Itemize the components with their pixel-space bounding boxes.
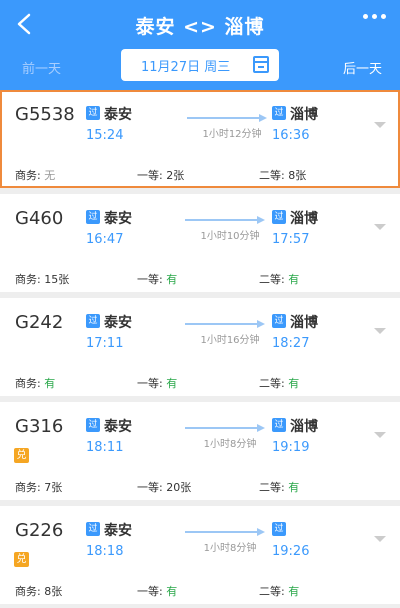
chevron-down-icon[interactable] [374, 122, 386, 128]
seat-second: 二等: 有 [259, 481, 300, 494]
chevron-down-icon[interactable] [374, 224, 386, 230]
seat-second: 二等: 有 [259, 273, 300, 286]
direction-arrow-icon [185, 320, 265, 328]
seat-second: 二等: 有 [259, 585, 300, 598]
arrival-time: 17:57 [272, 232, 310, 247]
pass-tag-icon: 过 [272, 418, 286, 432]
top-bar: 泰安 <> 淄博 前一天 11月27日 周三 后一天 [0, 0, 400, 90]
departure-time: 18:18 [86, 544, 124, 559]
pass-tag-icon: 过 [86, 106, 100, 120]
train-card[interactable]: G242 过 泰安 17:11 1小时16分钟 过 淄博 18:27 商务: 有… [0, 298, 400, 396]
more-button[interactable] [363, 14, 386, 19]
train-card[interactable]: G316 兑 过 泰安 18:11 1小时8分钟 过 淄博 19:19 商务: … [0, 402, 400, 500]
page-title: 泰安 <> 淄博 [135, 16, 265, 38]
arrival-station: 淄博 [290, 107, 318, 123]
departure-time: 15:24 [86, 128, 124, 143]
direction-arrow-icon [185, 424, 265, 432]
direction-arrow-icon [185, 528, 265, 536]
departure-station: 泰安 [104, 107, 132, 123]
train-number: G226 [15, 520, 64, 541]
departure-time: 16:47 [86, 232, 124, 247]
arrival-time: 19:19 [272, 440, 310, 455]
pass-tag-icon: 过 [272, 106, 286, 120]
duration: 1小时8分钟 [203, 439, 257, 450]
next-day-button[interactable]: 后一天 [343, 58, 382, 77]
seat-second: 二等: 有 [259, 377, 300, 390]
arrival-time: 19:26 [272, 544, 310, 559]
train-number: G460 [15, 208, 64, 229]
train-card[interactable]: G460 过 泰安 16:47 1小时10分钟 过 淄博 17:57 商务: 1… [0, 194, 400, 292]
duration: 1小时16分钟 [200, 335, 260, 346]
train-number: G242 [15, 312, 64, 333]
pass-tag-icon: 过 [86, 522, 100, 536]
pass-tag-icon: 过 [86, 418, 100, 432]
train-number: G316 [15, 416, 64, 437]
seat-first: 一等: 有 [137, 377, 178, 390]
arrival-station: 淄博 [290, 315, 318, 331]
chevron-down-icon[interactable] [374, 536, 386, 542]
date-label: 11月27日 周三 [141, 59, 231, 75]
direction-arrow-icon [185, 216, 265, 224]
departure-time: 17:11 [86, 336, 124, 351]
calendar-icon [253, 56, 269, 73]
arrival-station: 淄博 [290, 419, 318, 435]
departure-time: 18:11 [86, 440, 124, 455]
departure-station: 泰安 [104, 523, 132, 539]
arrival-time: 18:27 [272, 336, 310, 351]
duration: 1小时10分钟 [200, 231, 260, 242]
pass-tag-icon: 过 [86, 210, 100, 224]
pass-tag-icon: 过 [272, 522, 286, 536]
arrival-station: 淄博 [290, 211, 318, 227]
departure-station: 泰安 [104, 315, 132, 331]
seat-business: 商务: 有 [15, 377, 56, 390]
train-card-selected[interactable]: G5538 过 泰安 15:24 1小时12分钟 过 淄博 16:36 商务: … [0, 90, 400, 188]
more-dot-icon [381, 14, 386, 19]
seat-business: 商务: 15张 [15, 273, 70, 286]
train-number: G5538 [15, 104, 75, 125]
seat-business: 商务: 8张 [15, 585, 63, 598]
duration: 1小时8分钟 [203, 543, 257, 554]
seat-first: 一等: 20张 [137, 481, 192, 494]
pass-tag-icon: 过 [272, 314, 286, 328]
duration: 1小时12分钟 [202, 129, 262, 140]
seat-business: 商务: 7张 [15, 481, 63, 494]
chevron-down-icon[interactable] [374, 328, 386, 334]
arrival-time: 16:36 [272, 128, 310, 143]
more-dot-icon [372, 14, 377, 19]
exchange-badge: 兑 [14, 552, 29, 567]
seat-business: 商务: 无 [15, 169, 56, 182]
exchange-badge: 兑 [14, 448, 29, 463]
seat-first: 一等: 2张 [137, 169, 185, 182]
direction-arrow-icon [187, 114, 267, 122]
more-dot-icon [363, 14, 368, 19]
seat-first: 一等: 有 [137, 273, 178, 286]
departure-station: 泰安 [104, 419, 132, 435]
date-selector[interactable]: 11月27日 周三 [121, 49, 279, 81]
pass-tag-icon: 过 [86, 314, 100, 328]
pass-tag-icon: 过 [272, 210, 286, 224]
departure-station: 泰安 [104, 211, 132, 227]
chevron-down-icon[interactable] [374, 432, 386, 438]
prev-day-button[interactable]: 前一天 [22, 58, 61, 77]
train-card[interactable]: G226 兑 过 泰安 18:18 1小时8分钟 过 19:26 商务: 8张 … [0, 506, 400, 604]
seat-first: 一等: 有 [137, 585, 178, 598]
seat-second: 二等: 8张 [259, 169, 307, 182]
